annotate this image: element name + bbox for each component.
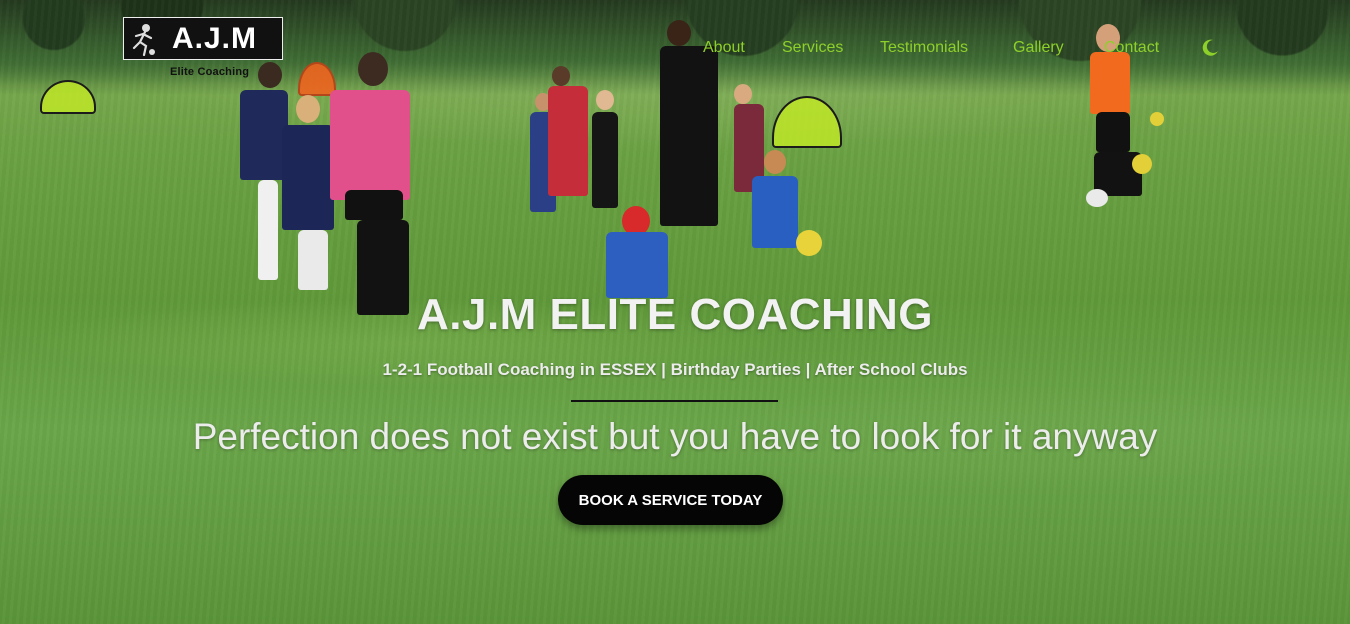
player-head [296,95,320,123]
player [1096,112,1130,152]
player-head [734,84,752,104]
main-nav: About Services Testimonials Gallery Cont… [0,37,1350,59]
football [1150,112,1164,126]
player [606,232,668,298]
football [796,230,822,256]
player-head [764,150,786,174]
player [1090,52,1130,114]
player [282,125,334,230]
hero-divider [571,400,778,402]
player-head [258,62,282,88]
logo-subtext: Elite Coaching [170,66,250,78]
book-service-button[interactable]: BOOK A SERVICE TODAY [558,475,783,525]
player-head [596,90,614,110]
player [258,180,278,280]
coach [660,46,718,226]
nav-contact[interactable]: Contact [1104,37,1159,59]
player [240,90,288,180]
hero-quote: Perfection does not exist but you have t… [192,416,1158,457]
player [592,112,618,208]
nav-services[interactable]: Services [782,37,843,59]
nav-testimonials[interactable]: Testimonials [880,37,968,59]
hero-subtitle: 1-2-1 Football Coaching in ESSEX | Birth… [382,360,968,379]
player-head [552,66,570,86]
football [1086,189,1108,207]
hero-title: A.J.M ELITE COACHING [416,290,934,339]
moon-icon[interactable] [1200,38,1220,58]
nav-about[interactable]: About [703,37,745,59]
player [298,230,328,290]
nav-gallery[interactable]: Gallery [1013,37,1064,59]
player [752,176,798,248]
player [330,90,410,200]
player [548,86,588,196]
football [1132,154,1152,174]
player [345,190,403,220]
